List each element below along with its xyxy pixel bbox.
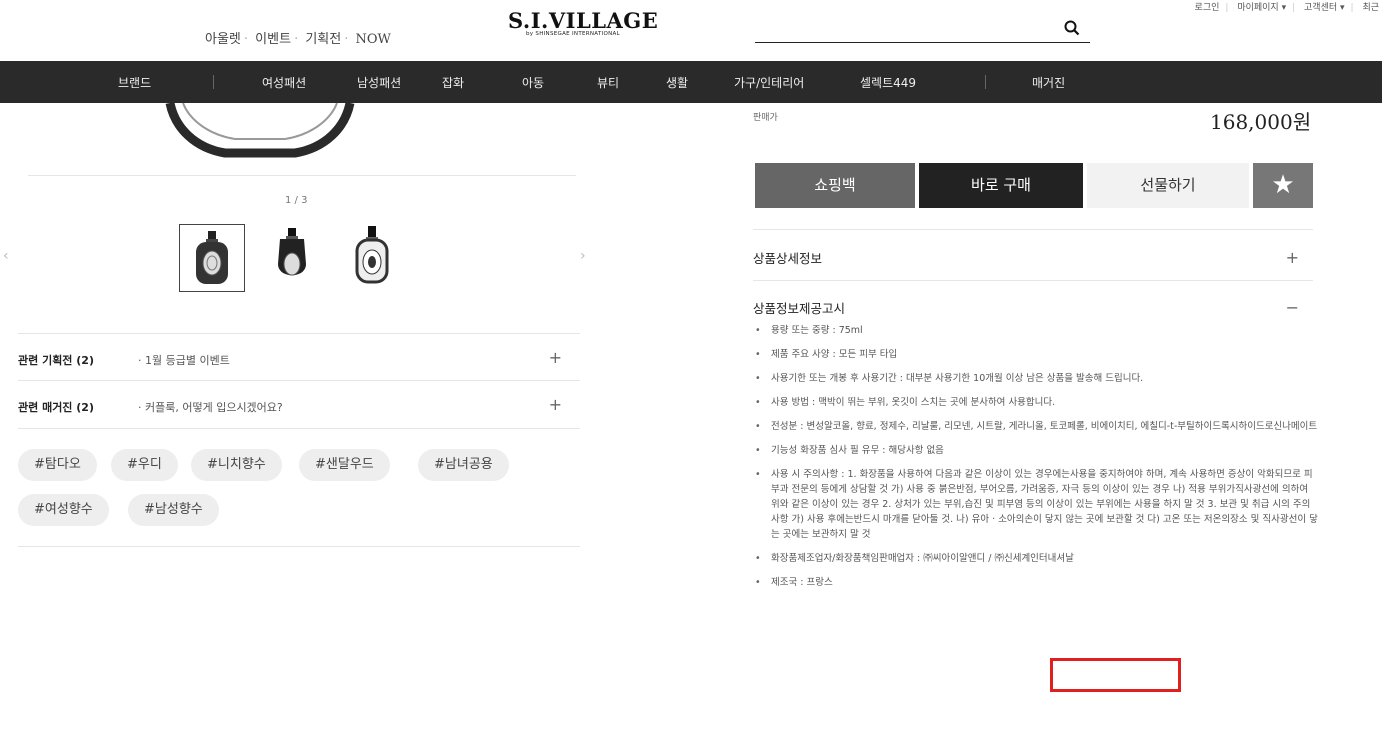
search-icon[interactable] xyxy=(1064,20,1080,40)
hashtag[interactable]: #우디 xyxy=(111,449,178,481)
top-link-event[interactable]: 이벤트 xyxy=(255,32,291,47)
product-image-main xyxy=(165,101,355,158)
divider xyxy=(18,428,580,429)
utility-menu: 로그인 | 마이페이지 ▾ | 고객센터 ▾ | 최근 xyxy=(1194,3,1379,13)
logo-main: S.I.VILLAGE xyxy=(508,8,659,33)
list-item: 전성분 : 변성알코올, 향료, 정제수, 리날룰, 리모넨, 시트랄, 게라니… xyxy=(753,419,1318,434)
hashtag[interactable]: #남성향수 xyxy=(128,494,219,526)
divider xyxy=(753,280,1313,281)
expand-plus-icon[interactable]: + xyxy=(549,348,562,367)
divider xyxy=(753,229,1313,230)
nav-beauty[interactable]: 뷰티 xyxy=(597,74,619,91)
expand-plus-icon[interactable]: + xyxy=(549,395,562,414)
nav-furniture[interactable]: 가구/인테리어 xyxy=(734,74,804,91)
related-exhibition-row[interactable]: 관련 기획전 (2) · 1월 등급별 이벤트 + xyxy=(18,338,580,382)
list-item: 사용기한 또는 개봉 후 사용기간 : 대부분 사용기한 10개월 이상 남은 … xyxy=(753,371,1318,386)
product-notice-section[interactable]: 상품정보제공고시 − xyxy=(753,298,1313,317)
list-item: 사용 시 주의사항 : 1. 화장품을 사용하여 다음과 같은 이상이 있는 경… xyxy=(753,467,1318,542)
list-item: 기능성 화장품 심사 필 유무 : 해당사항 없음 xyxy=(753,443,1318,458)
thumbnail-3[interactable] xyxy=(340,224,406,292)
mypage-link[interactable]: 마이페이지 ▾ xyxy=(1237,3,1286,13)
gift-button[interactable]: 선물하기 xyxy=(1087,163,1249,208)
gallery-prev-icon[interactable]: ‹ xyxy=(3,248,9,264)
hashtag[interactable]: #니치향수 xyxy=(191,449,282,481)
shopping-bag-button[interactable]: 쇼핑백 xyxy=(755,163,915,208)
top-links: 아울렛 · 이벤트 · 기획전 · NOW xyxy=(205,32,391,47)
top-link-exhibition[interactable]: 기획전 xyxy=(305,32,341,47)
list-item: 용량 또는 중량 : 75ml xyxy=(753,323,1318,338)
divider xyxy=(18,380,580,381)
nav-kids[interactable]: 아동 xyxy=(522,74,544,91)
nav-accessories[interactable]: 잡화 xyxy=(442,74,464,91)
price-value: 168,000원 xyxy=(1210,110,1312,134)
logo-sub: by SHINSEGAE INTERNATIONAL xyxy=(526,31,620,37)
wishlist-star-icon[interactable]: ★ xyxy=(1253,163,1313,208)
related-magazine-row[interactable]: 관련 매거진 (2) · 커플룩, 어떻게 입으시겠어요? + xyxy=(18,385,580,429)
section-title: 상품정보제공고시 xyxy=(753,301,846,316)
list-item: 화장품제조업자/화장품책임판매업자 : ㈜씨아이알앤디 / ㈜신세계인터내셔날 xyxy=(753,551,1318,566)
product-notice-list: 용량 또는 중량 : 75ml 제품 주요 사양 : 모든 피부 타입 사용기한… xyxy=(753,323,1318,599)
search-bar xyxy=(755,20,1090,43)
hashtag[interactable]: #여성향수 xyxy=(18,494,109,526)
nav-women[interactable]: 여성패션 xyxy=(262,74,306,91)
related-exhibition-value[interactable]: · 1월 등급별 이벤트 xyxy=(138,352,230,368)
login-link[interactable]: 로그인 xyxy=(1195,3,1220,13)
tag-row-1: #탐다오 #우디 #니치향수 #샌달우드 #남녀공용 xyxy=(18,449,578,481)
nav-divider xyxy=(985,75,986,89)
main-nav: 브랜드 여성패션 남성패션 잡화 아동 뷰티 생활 가구/인테리어 셀렉트449… xyxy=(0,61,1382,103)
nav-living[interactable]: 생활 xyxy=(666,74,688,91)
nav-divider xyxy=(213,75,214,89)
list-item: 제조국 : 프랑스 xyxy=(753,575,1318,590)
search-input[interactable] xyxy=(755,20,1059,42)
price-label: 판매가 xyxy=(753,113,778,123)
divider xyxy=(28,175,576,176)
related-magazine-value[interactable]: · 커플룩, 어떻게 입으시겠어요? xyxy=(138,399,283,415)
nav-men[interactable]: 남성패션 xyxy=(357,74,401,91)
product-detail-section[interactable]: 상품상세정보 + xyxy=(753,248,1313,267)
top-link-now[interactable]: NOW xyxy=(356,32,391,47)
thumbnail-1[interactable] xyxy=(179,224,245,292)
divider xyxy=(18,546,580,547)
hashtag[interactable]: #샌달우드 xyxy=(299,449,390,481)
buy-now-button[interactable]: 바로 구매 xyxy=(919,163,1083,208)
site-logo[interactable]: S.I.VILLAGE by SHINSEGAE INTERNATIONAL xyxy=(508,8,659,37)
recent-link[interactable]: 최근 xyxy=(1362,3,1379,13)
list-item: 사용 방법 : 맥박이 뛰는 부위, 옷깃이 스치는 곳에 분사하여 사용합니다… xyxy=(753,395,1318,410)
divider xyxy=(18,333,580,334)
image-counter: 1 / 3 xyxy=(285,195,308,206)
section-title: 상품상세정보 xyxy=(753,251,823,266)
expand-plus-icon[interactable]: + xyxy=(1286,248,1299,267)
nav-brand[interactable]: 브랜드 xyxy=(118,74,151,91)
related-exhibition-label: 관련 기획전 (2) xyxy=(18,354,94,367)
nav-select449[interactable]: 셀렉트449 xyxy=(860,74,916,91)
thumbnail-2[interactable] xyxy=(260,224,326,292)
collapse-minus-icon[interactable]: − xyxy=(1286,298,1299,317)
highlight-box xyxy=(1050,658,1181,692)
hashtag[interactable]: #탐다오 xyxy=(18,449,97,481)
list-item: 제품 주요 사양 : 모든 피부 타입 xyxy=(753,347,1318,362)
gallery-next-icon[interactable]: › xyxy=(580,248,586,264)
customer-center-link[interactable]: 고객센터 ▾ xyxy=(1304,3,1345,13)
top-link-outlet[interactable]: 아울렛 xyxy=(205,32,241,47)
nav-magazine[interactable]: 매거진 xyxy=(1032,74,1065,91)
hashtag[interactable]: #남녀공용 xyxy=(418,449,509,481)
tag-row-2: #여성향수 #남성향수 xyxy=(18,494,578,526)
related-magazine-label: 관련 매거진 (2) xyxy=(18,401,94,414)
